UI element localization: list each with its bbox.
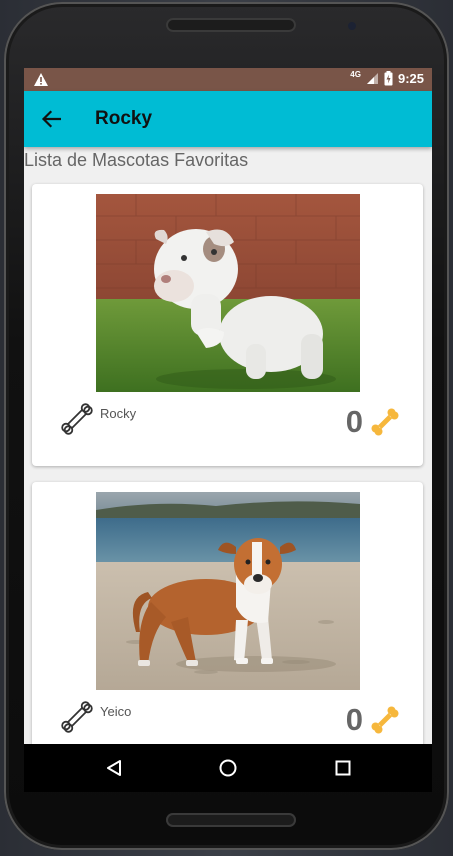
system-nav-bar bbox=[24, 744, 432, 792]
pet-name: Rocky bbox=[100, 406, 137, 421]
rating-count: 0 bbox=[345, 404, 363, 439]
bone-outline-icon bbox=[61, 701, 93, 733]
pet-name: Yeico bbox=[100, 704, 132, 719]
phone-screen: 4G 9:25 Rocky Lista de Mascotas Favorita… bbox=[24, 68, 432, 792]
bone-filled-icon[interactable] bbox=[369, 406, 401, 438]
pet-name-row: Yeico bbox=[60, 700, 131, 734]
list-header: Lista de Mascotas Favoritas bbox=[24, 150, 249, 170]
pet-photo bbox=[96, 194, 360, 392]
pet-photo-art bbox=[96, 492, 360, 690]
clock: 9:25 bbox=[397, 71, 424, 86]
bone-filled-icon[interactable] bbox=[369, 704, 401, 736]
app-bar: Rocky bbox=[24, 91, 432, 147]
back-triangle-icon bbox=[107, 760, 121, 776]
warning-icon bbox=[34, 73, 48, 86]
nav-home-button[interactable] bbox=[216, 756, 240, 780]
nav-recents-button[interactable] bbox=[331, 756, 355, 780]
pet-card[interactable]: Rocky 0 bbox=[32, 184, 423, 466]
back-button[interactable] bbox=[38, 107, 64, 131]
pet-name-row: Rocky bbox=[60, 402, 136, 436]
home-circle-icon bbox=[219, 759, 237, 777]
bone-outline-icon bbox=[61, 403, 93, 435]
top-speaker bbox=[166, 18, 296, 32]
pet-photo-art bbox=[96, 194, 360, 392]
rating-count: 0 bbox=[345, 702, 363, 737]
status-right-group: 4G 9:25 bbox=[350, 70, 424, 86]
rating-group: 0 bbox=[346, 404, 401, 440]
network-label: 4G bbox=[350, 70, 361, 79]
signal-icon bbox=[366, 73, 378, 84]
pet-card[interactable]: Yeico 0 bbox=[32, 482, 423, 764]
pet-photo bbox=[96, 492, 360, 690]
nav-back-button[interactable] bbox=[102, 756, 126, 780]
front-camera bbox=[348, 22, 356, 30]
battery-charging-icon bbox=[384, 71, 393, 86]
page-title: Rocky bbox=[95, 108, 153, 129]
arrow-back-icon bbox=[41, 110, 61, 128]
rating-group: 0 bbox=[346, 702, 401, 738]
bottom-speaker bbox=[166, 813, 296, 827]
recents-square-icon bbox=[335, 760, 351, 776]
status-bar: 4G 9:25 bbox=[24, 68, 432, 91]
